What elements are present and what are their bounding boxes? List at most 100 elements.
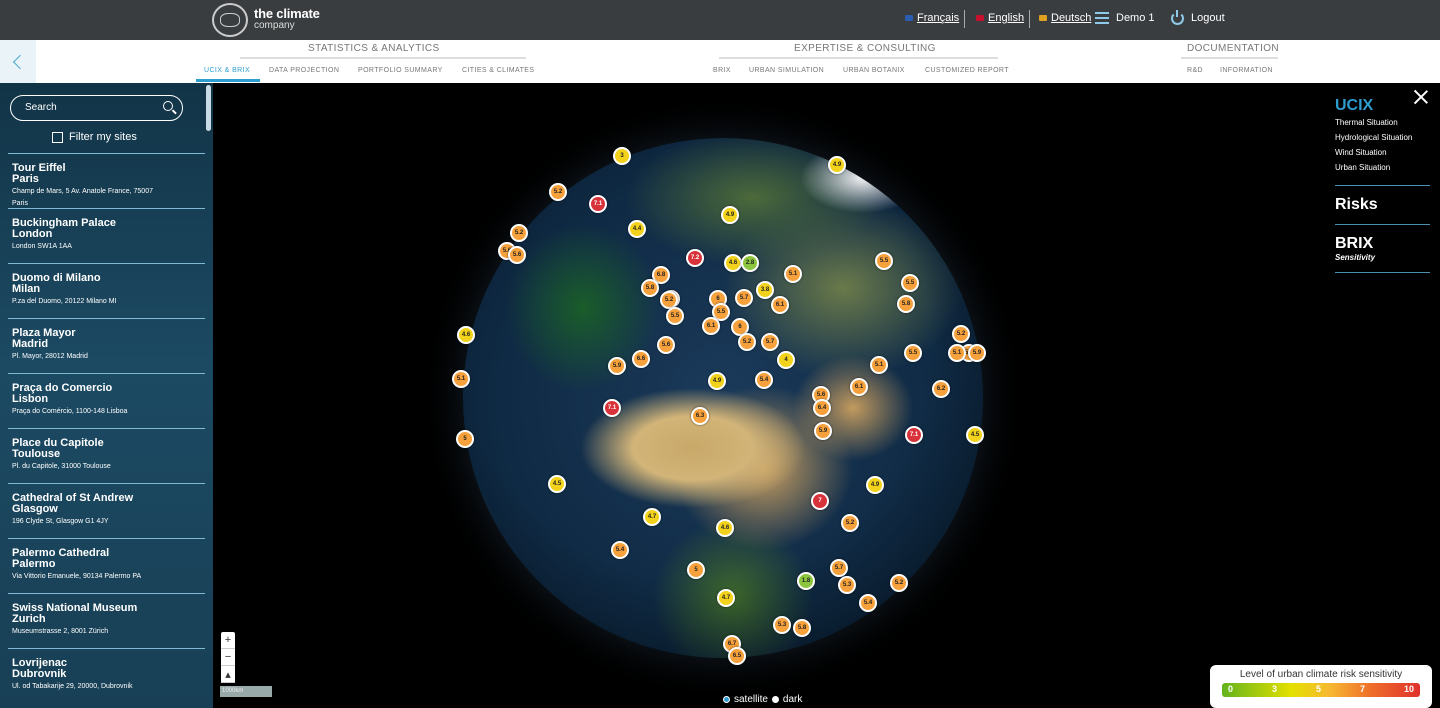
risk-marker[interactable]: 3.8 [756, 281, 774, 299]
risk-marker[interactable]: 5.9 [968, 344, 986, 362]
risk-marker[interactable]: 5.7 [761, 333, 779, 351]
risk-marker[interactable]: 4.9 [828, 156, 846, 174]
risk-marker[interactable]: 3 [613, 147, 631, 165]
risk-marker[interactable]: 4 [777, 351, 795, 369]
risk-marker[interactable]: 5.6 [508, 246, 526, 264]
brix-heading[interactable]: BRIX [1335, 235, 1430, 253]
brix-sensitivity[interactable]: Sensitivity [1335, 253, 1430, 262]
risk-marker[interactable]: 5.3 [773, 616, 791, 634]
user-name[interactable]: Demo 1 [1116, 12, 1155, 24]
tab-data-projection[interactable]: DATA PROJECTION [269, 67, 339, 74]
ucix-heading[interactable]: UCIX [1335, 97, 1430, 115]
risk-marker[interactable]: 5.9 [608, 357, 626, 375]
list-item[interactable]: Praça do Comercio Lisbon Praça do Comérc… [8, 373, 205, 428]
nav-group-expertise[interactable]: EXPERTISE & CONSULTING [794, 43, 936, 54]
risk-marker[interactable]: 5.1 [948, 344, 966, 362]
risk-marker[interactable]: 7 [811, 492, 829, 510]
list-item[interactable]: Duomo di Milano Milan P.za del Duomo, 20… [8, 263, 205, 318]
risk-marker[interactable]: 5.4 [611, 541, 629, 559]
list-item[interactable]: Palermo Cathedral Palermo Via Vittorio E… [8, 538, 205, 593]
zoom-out-button[interactable]: − [221, 649, 235, 666]
risk-marker[interactable]: 5.9 [814, 422, 832, 440]
tab-cities-climates[interactable]: CITIES & CLIMATES [462, 67, 534, 74]
risk-marker[interactable]: 4.9 [721, 206, 739, 224]
risk-marker[interactable]: 4.5 [548, 475, 566, 493]
risks-heading[interactable]: Risks [1335, 196, 1430, 214]
risk-marker[interactable]: 5.4 [755, 371, 773, 389]
lang-english-link[interactable]: English [976, 12, 1024, 24]
risk-marker[interactable]: 6.3 [691, 407, 709, 425]
tab-rd[interactable]: R&D [1187, 67, 1203, 74]
risk-marker[interactable]: 5.1 [784, 265, 802, 283]
list-item[interactable]: Buckingham Palace London London SW1A 1AA [8, 208, 205, 263]
risk-marker[interactable]: 5.8 [641, 279, 659, 297]
logout-button[interactable]: Logout [1191, 12, 1225, 24]
search-input[interactable]: Search [10, 95, 183, 121]
company-logo[interactable]: the climate company [212, 2, 320, 38]
risk-marker[interactable]: 6.1 [850, 378, 868, 396]
search-icon[interactable] [163, 101, 173, 111]
tab-ucix-brix[interactable]: UCIX & BRIX [204, 67, 250, 74]
satellite-label[interactable]: satellite [734, 694, 768, 705]
tab-customized-report[interactable]: CUSTOMIZED REPORT [925, 67, 1009, 74]
list-item[interactable]: Tour Eiffel Paris Champ de Mars, 5 Av. A… [8, 153, 205, 208]
risk-marker[interactable]: 6.5 [728, 647, 746, 665]
risk-marker[interactable]: 5.2 [510, 224, 528, 242]
risk-marker[interactable]: 5.2 [841, 514, 859, 532]
hamburger-menu-icon[interactable] [1095, 12, 1109, 24]
risk-marker[interactable]: 5.6 [657, 336, 675, 354]
nav-group-statistics[interactable]: STATISTICS & ANALYTICS [308, 43, 440, 54]
risk-marker[interactable]: 7.1 [589, 195, 607, 213]
lang-french-link[interactable]: Français [905, 12, 959, 24]
compass-icon[interactable]: ▴ [221, 666, 235, 683]
list-item[interactable]: Plaza Mayor Madrid Pl. Mayor, 28012 Madr… [8, 318, 205, 373]
tab-urban-simulation[interactable]: URBAN SIMULATION [749, 67, 824, 74]
back-button[interactable] [0, 40, 36, 83]
risk-marker[interactable]: 4.9 [708, 372, 726, 390]
risk-marker[interactable]: 4.4 [628, 220, 646, 238]
risk-marker[interactable]: 2.8 [741, 254, 759, 272]
risk-marker[interactable]: 5.8 [897, 295, 915, 313]
zoom-in-button[interactable]: + [221, 632, 235, 649]
list-item[interactable]: Place du Capitole Toulouse Pl. du Capito… [8, 428, 205, 483]
risk-marker[interactable]: 6.2 [932, 380, 950, 398]
globe-map[interactable]: 3 4.9 5.2 7.1 4.9 4.4 5.2 5.6 5.6 7.2 4.6 2.8 5.1 5.5… [213, 83, 1440, 708]
risk-marker[interactable]: 5.2 [738, 333, 756, 351]
sidebar-scrollbar[interactable] [206, 85, 211, 131]
risk-marker[interactable]: 5.5 [901, 274, 919, 292]
tab-information[interactable]: INFORMATION [1220, 67, 1273, 74]
risk-marker[interactable]: 6.1 [771, 296, 789, 314]
risk-marker[interactable]: 4.6 [457, 326, 475, 344]
filter-my-sites[interactable]: Filter my sites [52, 131, 137, 143]
risk-marker[interactable]: 7.1 [603, 399, 621, 417]
risk-marker[interactable]: 5.2 [890, 574, 908, 592]
risk-marker[interactable]: 4.5 [966, 426, 984, 444]
risk-marker[interactable]: 6.4 [813, 399, 831, 417]
tab-urban-botanix[interactable]: URBAN BOTANIX [843, 67, 905, 74]
risk-marker[interactable]: 4.9 [866, 476, 884, 494]
risk-marker[interactable]: 5.5 [666, 307, 684, 325]
ucix-item-hydrological[interactable]: Hydrological Situation [1335, 130, 1430, 145]
risk-marker[interactable]: 5.4 [859, 594, 877, 612]
risk-marker[interactable]: 5.7 [830, 559, 848, 577]
risk-marker[interactable]: 4.7 [717, 589, 735, 607]
dark-radio[interactable] [771, 696, 779, 703]
risk-marker[interactable]: 6.1 [702, 317, 720, 335]
risk-marker[interactable]: 5.7 [735, 289, 753, 307]
lang-german-link[interactable]: Deutsch [1039, 12, 1091, 24]
risk-marker[interactable]: 4.7 [643, 508, 661, 526]
risk-marker[interactable]: 5.2 [549, 183, 567, 201]
risk-marker[interactable]: 4.6 [716, 519, 734, 537]
list-item[interactable]: Cathedral of St Andrew Glasgow 196 Clyde… [8, 483, 205, 538]
tab-portfolio-summary[interactable]: PORTFOLIO SUMMARY [358, 67, 443, 74]
risk-marker[interactable]: 5.8 [793, 619, 811, 637]
risk-marker[interactable]: 5.1 [452, 370, 470, 388]
dark-label[interactable]: dark [783, 694, 802, 705]
risk-marker[interactable]: 5.5 [904, 344, 922, 362]
risk-marker[interactable]: 6.6 [632, 350, 650, 368]
ucix-item-wind[interactable]: Wind Situation [1335, 145, 1430, 160]
power-icon[interactable] [1171, 10, 1184, 25]
list-item[interactable]: Lovrijenac Dubrovnik Ul. od Tabakarije 2… [8, 648, 205, 703]
risk-marker[interactable]: 4.6 [724, 254, 742, 272]
nav-group-documentation[interactable]: DOCUMENTATION [1187, 43, 1279, 54]
